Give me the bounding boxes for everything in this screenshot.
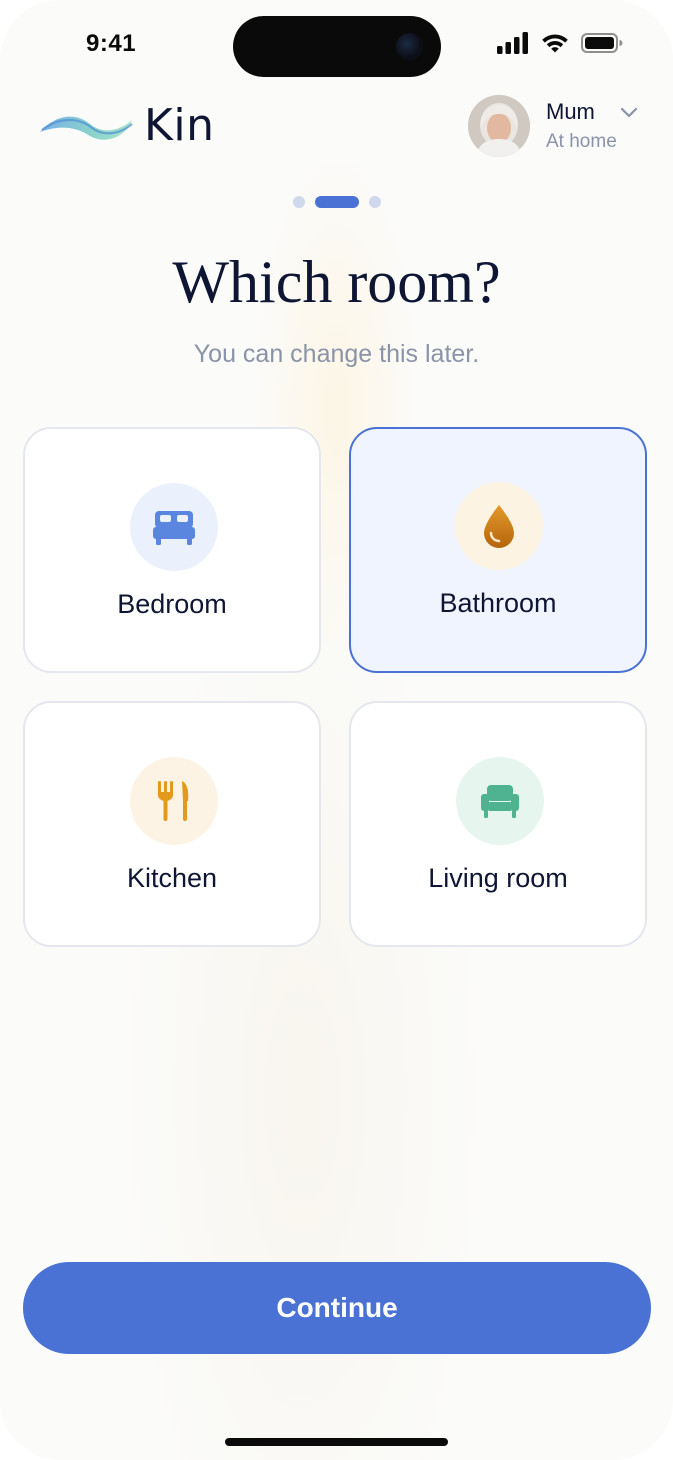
room-card-bathroom[interactable]: Bathroom	[349, 427, 647, 673]
icon-circle	[130, 757, 218, 845]
app-logo: Kin	[38, 100, 214, 151]
chevron-down-icon	[620, 107, 638, 118]
step-dot	[369, 196, 381, 208]
dynamic-island	[233, 16, 441, 77]
step-dot-active	[315, 196, 359, 208]
profile-name: Mum	[546, 99, 595, 124]
signal-icon	[497, 32, 528, 54]
icon-circle	[130, 483, 218, 571]
wave-logo-icon	[40, 116, 133, 140]
step-indicator	[293, 196, 381, 208]
room-label: Kitchen	[126, 863, 218, 893]
wifi-icon	[542, 34, 568, 53]
profile-text: Mum At home	[546, 99, 617, 153]
status-icons	[497, 32, 623, 54]
icon-circle	[456, 757, 544, 845]
battery-icon	[581, 33, 623, 53]
room-label: Bedroom	[117, 589, 227, 619]
camera-icon	[396, 33, 423, 60]
room-label: Bathroom	[439, 588, 557, 618]
page-title: Which room?	[172, 249, 501, 315]
water-drop-icon	[484, 505, 514, 548]
bed-icon	[153, 511, 195, 545]
avatar	[468, 95, 530, 157]
room-card-bedroom[interactable]: Bedroom	[23, 427, 321, 673]
room-label: Living room	[428, 863, 568, 893]
fork-knife-icon	[158, 781, 189, 821]
room-card-kitchen[interactable]: Kitchen	[23, 701, 321, 947]
status-time: 9:41	[86, 30, 137, 57]
continue-button[interactable]: Continue	[23, 1262, 651, 1354]
profile-status: At home	[546, 131, 617, 152]
app-name: Kin	[144, 100, 215, 151]
icon-circle	[455, 482, 543, 570]
step-dot	[293, 196, 305, 208]
home-indicator[interactable]	[225, 1438, 448, 1446]
page-subtitle: You can change this later.	[193, 340, 480, 368]
armchair-icon	[481, 785, 519, 818]
room-card-living-room[interactable]: Living room	[349, 701, 647, 947]
profile-switcher[interactable]: Mum At home	[468, 95, 638, 157]
phone-screen: 9:41 Kin Mum At home Which room? You can…	[0, 0, 673, 1460]
